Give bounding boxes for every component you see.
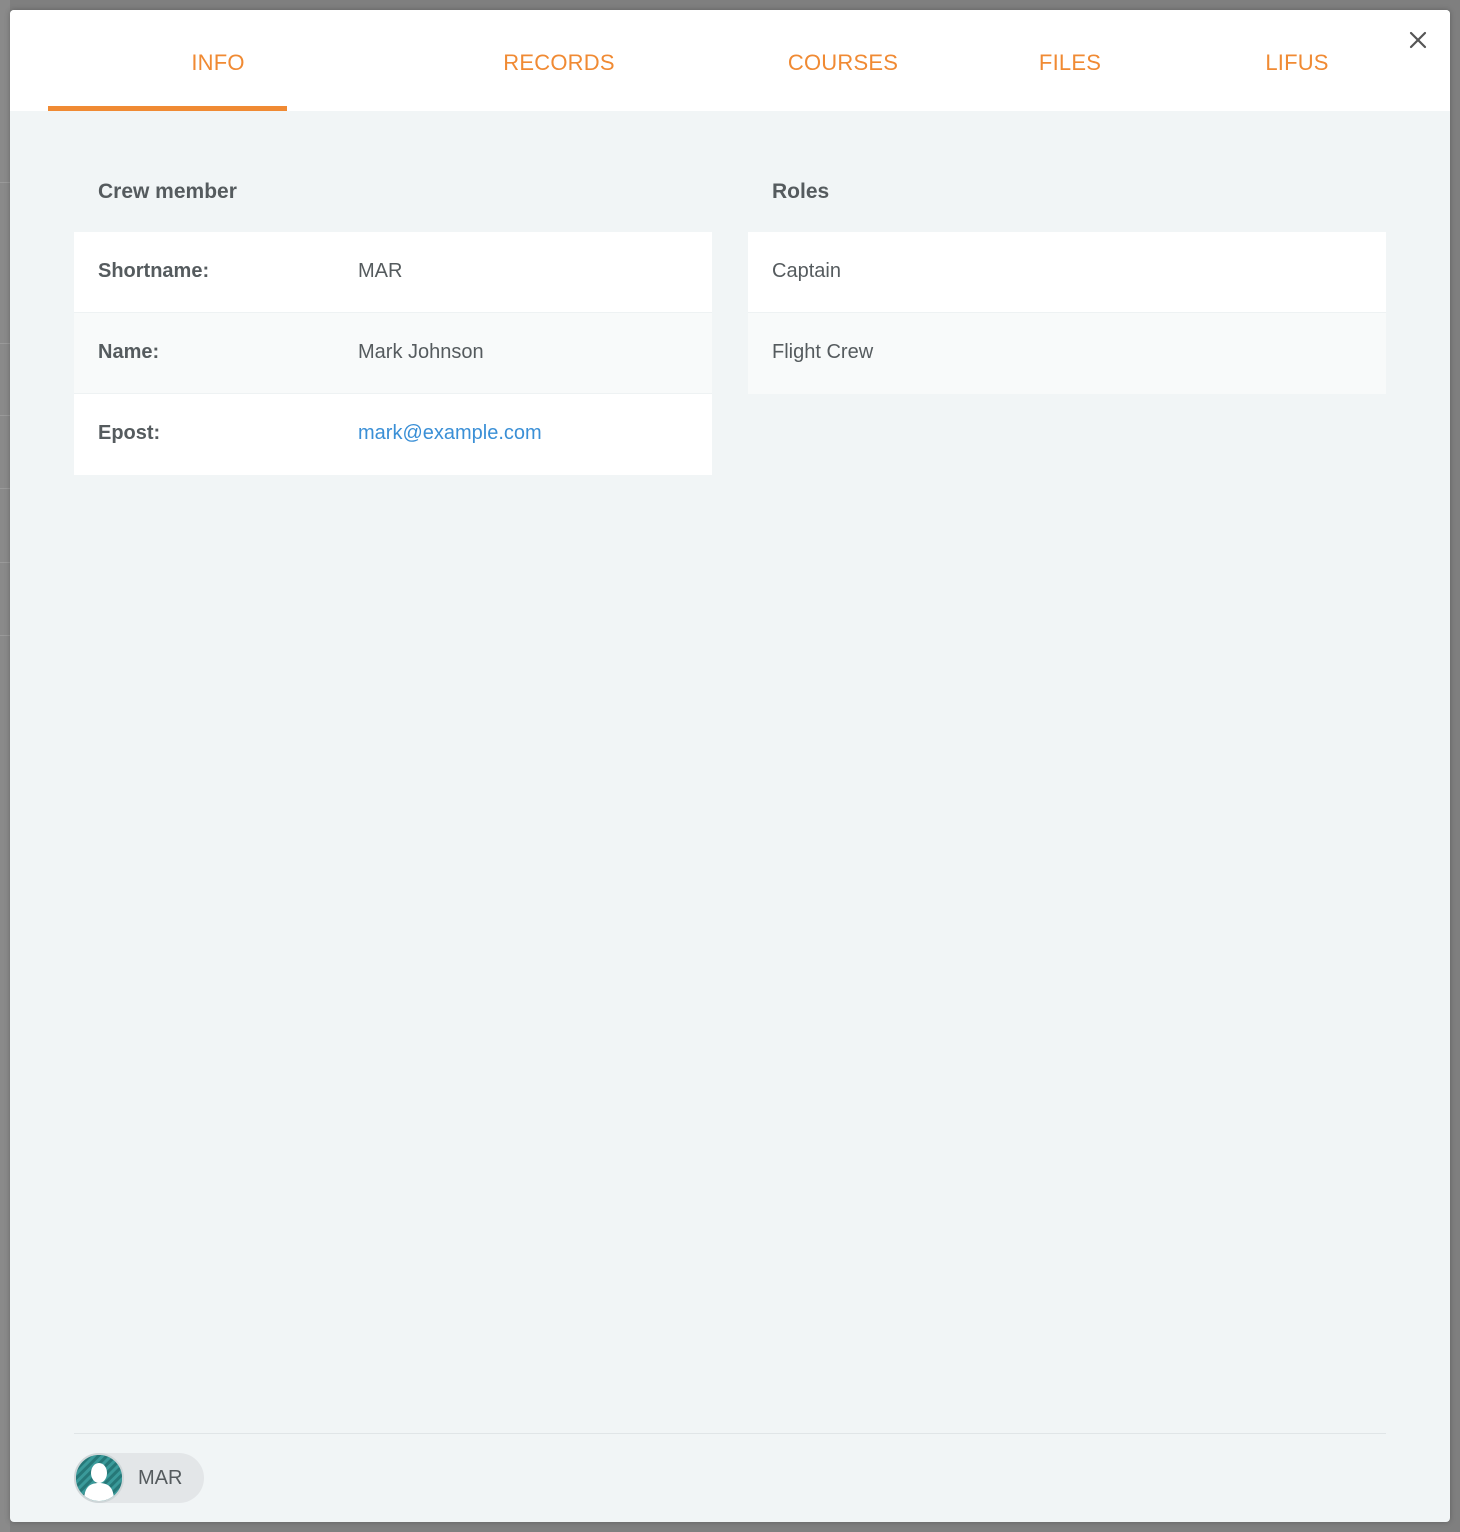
list-item: Flight Crew <box>748 313 1386 394</box>
footer-divider <box>74 1433 1386 1434</box>
close-button[interactable] <box>1406 28 1430 52</box>
list-item: Captain <box>748 232 1386 313</box>
close-icon <box>1409 31 1427 49</box>
crew-member-card: Shortname: MAR Name: Mark Johnson Epost:… <box>74 232 712 475</box>
role-flight-crew: Flight Crew <box>772 341 874 363</box>
roles-card: Captain Flight Crew <box>748 232 1386 394</box>
shortname-value: MAR <box>358 260 403 282</box>
avatar-silhouette-icon <box>76 1455 122 1501</box>
email-link[interactable]: mark@example.com <box>358 422 542 445</box>
role-captain: Captain <box>772 260 841 282</box>
roles-heading: Roles <box>772 180 830 203</box>
tab-records[interactable]: RECORDS <box>503 50 614 76</box>
active-tab-indicator <box>48 106 287 111</box>
user-avatar-icon <box>74 1453 124 1503</box>
table-row: Shortname: MAR <box>74 232 712 313</box>
tab-files[interactable]: FILES <box>1039 50 1101 76</box>
tab-lifus[interactable]: LIFUS <box>1265 50 1328 76</box>
tab-info[interactable]: INFO <box>191 50 244 76</box>
tab-bar: INFO RECORDS COURSES FILES LIFUS <box>10 10 1450 111</box>
name-label: Name: <box>98 341 160 363</box>
user-chip[interactable]: MAR <box>74 1453 204 1503</box>
backdrop-divider <box>0 182 10 183</box>
crew-member-modal: INFO RECORDS COURSES FILES LIFUS Crew me… <box>10 10 1450 1522</box>
backdrop-divider <box>0 635 10 636</box>
tab-courses[interactable]: COURSES <box>788 50 898 76</box>
email-label: Epost: <box>98 422 161 444</box>
backdrop <box>0 0 10 1532</box>
table-row: Name: Mark Johnson <box>74 313 712 394</box>
shortname-label: Shortname: <box>98 260 210 282</box>
crew-member-heading: Crew member <box>98 180 237 203</box>
backdrop-divider <box>0 415 10 416</box>
user-chip-label: MAR <box>138 1467 183 1489</box>
table-row: Epost: mark@example.com <box>74 394 712 475</box>
backdrop-divider <box>0 343 10 344</box>
name-value: Mark Johnson <box>358 341 484 363</box>
backdrop-divider <box>0 488 10 489</box>
backdrop-divider <box>0 562 10 563</box>
